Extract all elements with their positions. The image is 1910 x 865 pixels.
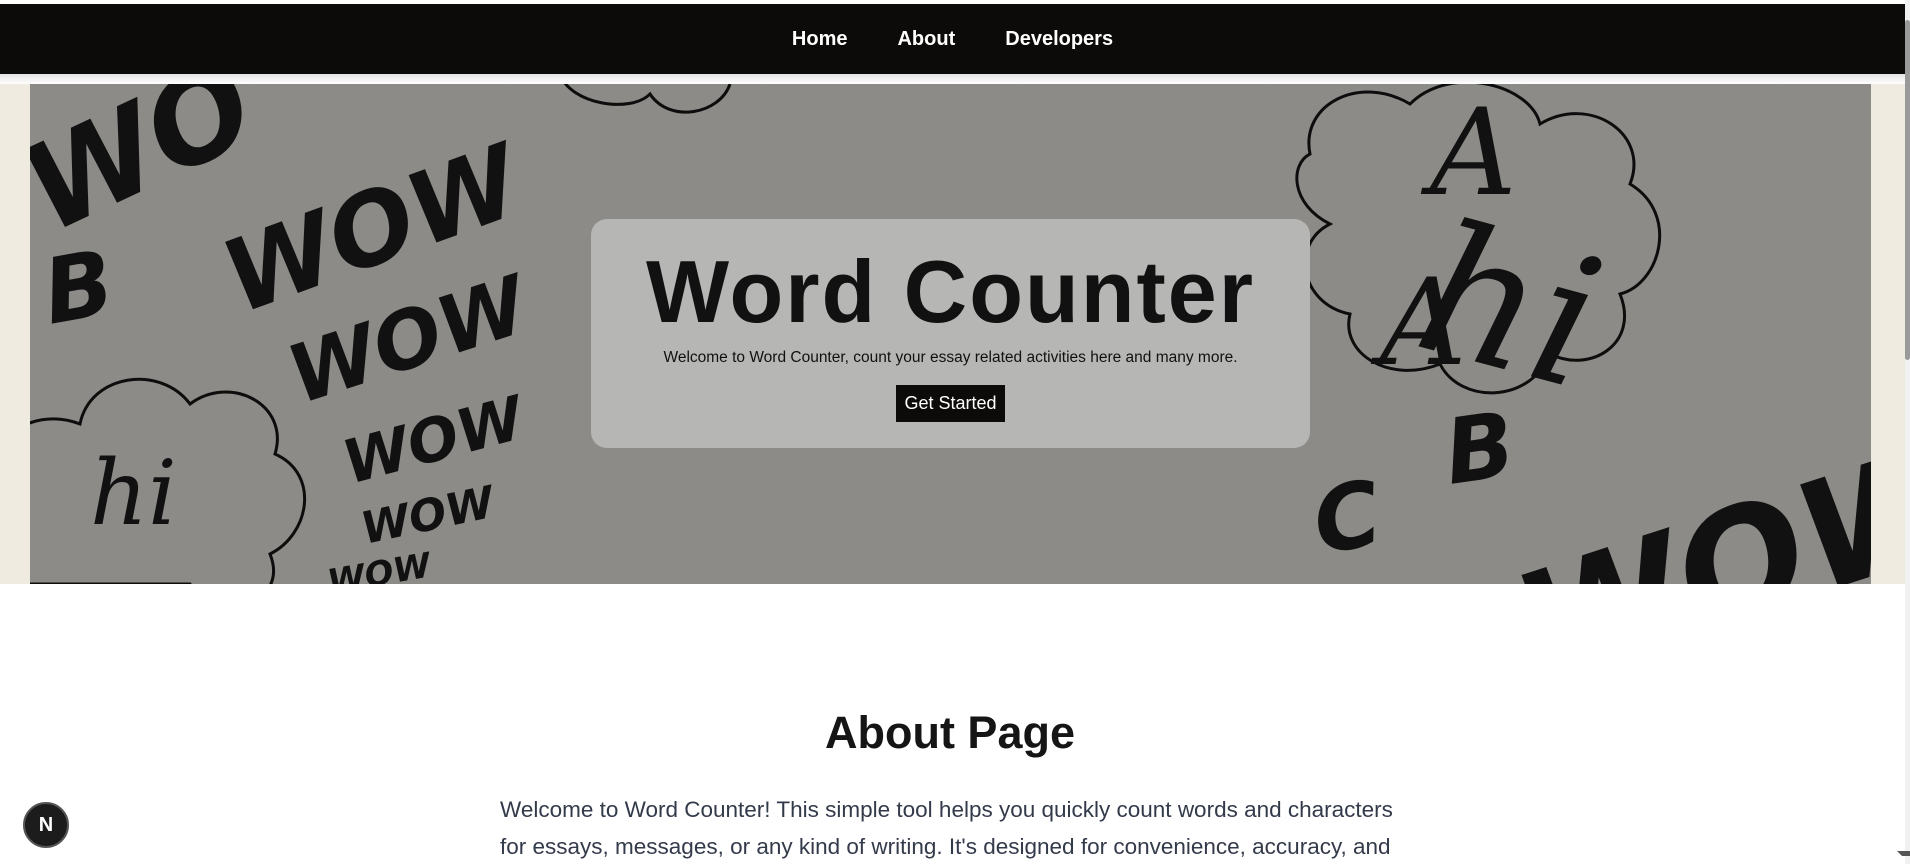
top-nav: Home About Developers — [0, 4, 1905, 74]
hero-banner: WO WOW WOW WOW WOW WOW WOW B B C hi hi A… — [0, 84, 1905, 584]
scroll-down-icon[interactable] — [1897, 851, 1910, 864]
b-text-left: B — [36, 230, 122, 345]
dev-tools-badge[interactable]: N — [23, 802, 69, 848]
get-started-button[interactable]: Get Started — [896, 385, 1005, 422]
nav-shadow — [0, 74, 1905, 84]
nav-home-link[interactable]: Home — [792, 28, 848, 51]
about-text: Welcome to Word Counter! This simple too… — [500, 797, 1393, 859]
c-text-right: C — [1306, 461, 1389, 576]
script-a-2: A — [1370, 254, 1467, 393]
scrollbar[interactable] — [1897, 0, 1910, 864]
hero-title: Word Counter — [646, 242, 1255, 341]
hero-subtitle: Welcome to Word Counter, count your essa… — [663, 349, 1238, 366]
script-a-1: A — [1420, 84, 1517, 223]
scrollbar-thumb[interactable] — [1905, 20, 1910, 360]
nav-developers-link[interactable]: Developers — [1005, 28, 1113, 51]
about-title: About Page — [824, 707, 1075, 758]
hero-card: Word Counter Welcome to Word Counter, co… — [591, 219, 1310, 448]
wow-text-7: WOW — [1497, 409, 1871, 584]
nav-about-link[interactable]: About — [897, 28, 955, 51]
hi-text-left: hi — [90, 441, 177, 546]
